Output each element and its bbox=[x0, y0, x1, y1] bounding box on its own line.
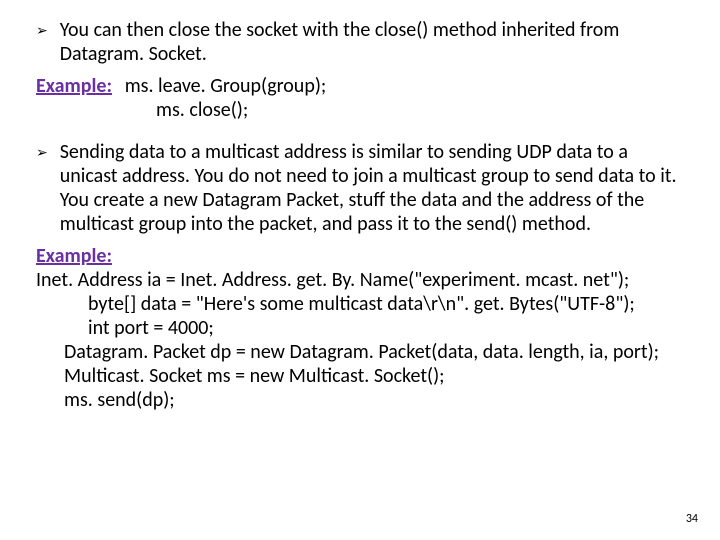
page-number: 34 bbox=[686, 512, 698, 526]
bullet-2: ➢ Sending data to a multicast address is… bbox=[36, 140, 684, 236]
bullet-1-text: You can then close the socket with the c… bbox=[60, 18, 684, 66]
bullet-2-text: Sending data to a multicast address is s… bbox=[60, 140, 684, 236]
example-1-line-1: ms. leave. Group(group); bbox=[116, 74, 327, 98]
example-1: Example: ms. leave. Group(group); ms. cl… bbox=[36, 74, 684, 122]
slide: ➢ You can then close the socket with the… bbox=[0, 0, 720, 540]
example-1-line-2: ms. close(); bbox=[36, 98, 684, 122]
example-2-label: Example: bbox=[36, 244, 684, 268]
example-1-row: Example: ms. leave. Group(group); bbox=[36, 74, 684, 98]
example-1-label: Example: bbox=[36, 74, 112, 98]
example-1-line-1-text: ms. leave. Group(group); bbox=[125, 74, 327, 98]
example-2-line-1: Inet. Address ia = Inet. Address. get. B… bbox=[36, 268, 684, 292]
example-2-line-4: Datagram. Packet dp = new Datagram. Pack… bbox=[36, 340, 684, 364]
example-2-line-3: int port = 4000; bbox=[36, 316, 684, 340]
example-2: Example: Inet. Address ia = Inet. Addres… bbox=[36, 244, 684, 412]
example-2-line-6: ms. send(dp); bbox=[36, 388, 684, 412]
example-2-line-5: Multicast. Socket ms = new Multicast. So… bbox=[36, 364, 684, 388]
example-2-line-2: byte[] data = "Here's some multicast dat… bbox=[36, 292, 684, 316]
bullet-arrow-icon: ➢ bbox=[36, 18, 48, 42]
bullet-arrow-icon: ➢ bbox=[36, 140, 48, 164]
bullet-1: ➢ You can then close the socket with the… bbox=[36, 18, 684, 66]
